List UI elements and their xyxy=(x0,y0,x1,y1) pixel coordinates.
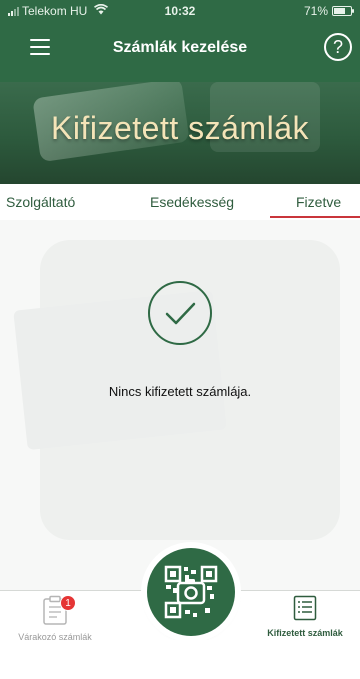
hero-banner: Kifizetett számlák xyxy=(0,82,360,184)
status-right: 71% xyxy=(303,4,354,18)
battery-icon xyxy=(332,6,354,16)
page-title: Számlák kezelése xyxy=(112,39,248,56)
help-icon[interactable]: ? xyxy=(324,33,352,61)
top-bar: Telekom HU 10:32 71% Számlák kezelése ? xyxy=(0,0,360,85)
qr-camera-icon xyxy=(164,565,218,619)
tab-due-date[interactable]: Esedékesség xyxy=(150,194,234,210)
status-bar: Telekom HU 10:32 71% xyxy=(0,0,360,22)
tab-paid[interactable]: Fizetve xyxy=(296,194,341,210)
hamburger-menu-icon[interactable] xyxy=(30,39,50,55)
tab-provider[interactable]: Szolgáltató xyxy=(6,194,75,210)
tab-bar: Szolgáltató Esedékesség Fizetve xyxy=(0,186,360,220)
nav-paid-bills[interactable]: Kifizetett számlák xyxy=(250,595,360,638)
paid-list-icon xyxy=(293,595,317,621)
empty-state-message: Nincs kifizetett számlája. xyxy=(108,384,252,399)
home-indicator-area xyxy=(0,640,360,679)
pending-count-badge: 1 xyxy=(60,595,76,611)
hero-title: Kifizetett számlák xyxy=(51,110,309,146)
nav-paid-label: Kifizetett számlák xyxy=(267,628,343,638)
nav-pending-bills[interactable]: 1 Várakozó számlák xyxy=(0,595,110,642)
battery-percent: 71% xyxy=(303,4,328,18)
content-area: Nincs kifizetett számlája. xyxy=(0,220,360,590)
app-header: Számlák kezelése ? xyxy=(0,26,360,70)
checkmark-circle-icon xyxy=(148,281,212,345)
scan-qr-button[interactable] xyxy=(147,548,235,636)
active-tab-indicator xyxy=(270,216,360,218)
